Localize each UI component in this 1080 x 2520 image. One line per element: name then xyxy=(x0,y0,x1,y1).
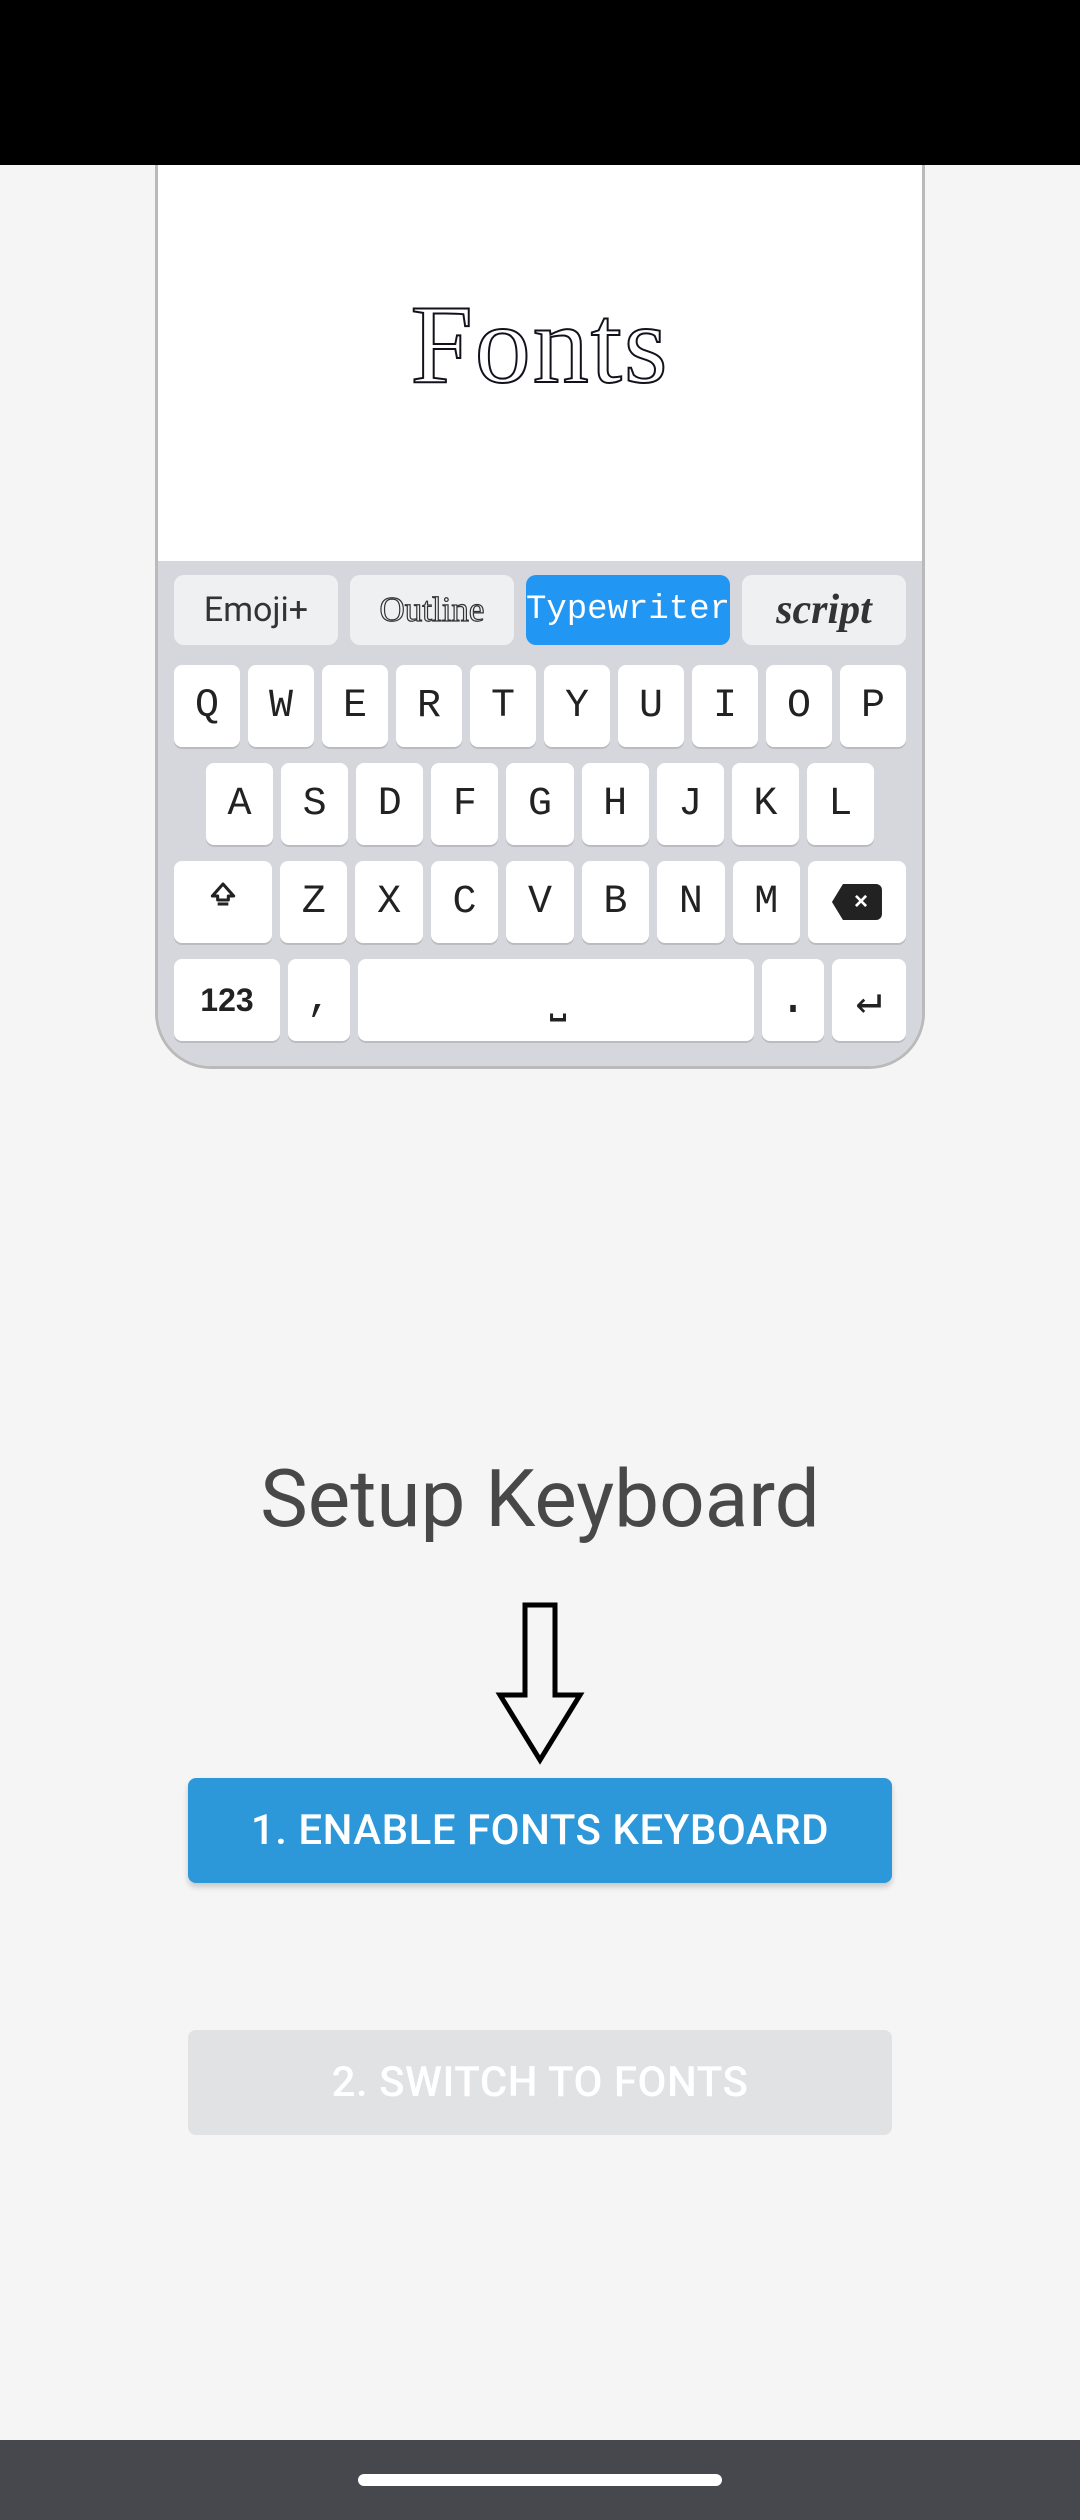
key-row-bottom: 123 , ⎵ . ↵ xyxy=(168,959,912,1041)
key-o[interactable]: O xyxy=(766,665,832,747)
font-style-tabs: Emoji+ Outline Typewriter script xyxy=(168,575,912,645)
shift-icon xyxy=(207,880,239,925)
arrow-down-icon xyxy=(495,1600,585,1774)
font-tab-outline[interactable]: Outline xyxy=(350,575,514,645)
key-r[interactable]: R xyxy=(396,665,462,747)
key-s[interactable]: S xyxy=(281,763,348,845)
key-y[interactable]: Y xyxy=(544,665,610,747)
status-bar xyxy=(0,0,1080,165)
key-d[interactable]: D xyxy=(356,763,423,845)
key-z[interactable]: Z xyxy=(280,861,347,943)
key-p[interactable]: P xyxy=(840,665,906,747)
key-x[interactable]: X xyxy=(355,861,422,943)
key-space[interactable]: ⎵ xyxy=(358,959,754,1041)
font-tab-script[interactable]: script xyxy=(742,575,906,645)
key-row-3: Z X C V B N M × xyxy=(168,861,912,943)
key-v[interactable]: V xyxy=(506,861,573,943)
font-tab-emoji[interactable]: Emoji+ xyxy=(174,575,338,645)
navigation-bar xyxy=(0,2440,1080,2520)
key-row-2: A S D F G H J K L xyxy=(168,763,912,845)
key-numbers[interactable]: 123 xyxy=(174,959,280,1041)
key-period[interactable]: . xyxy=(762,959,824,1041)
key-g[interactable]: G xyxy=(506,763,573,845)
key-w[interactable]: W xyxy=(248,665,314,747)
key-e[interactable]: E xyxy=(322,665,388,747)
backspace-icon: × xyxy=(832,884,882,920)
key-b[interactable]: B xyxy=(582,861,649,943)
preview-header: Fonts xyxy=(158,165,922,561)
key-enter[interactable]: ↵ xyxy=(832,959,906,1041)
key-k[interactable]: K xyxy=(732,763,799,845)
key-j[interactable]: J xyxy=(657,763,724,845)
key-c[interactable]: C xyxy=(431,861,498,943)
home-indicator[interactable] xyxy=(358,2474,722,2486)
key-row-1: Q W E R T Y U I O P xyxy=(168,665,912,747)
key-shift[interactable] xyxy=(174,861,272,943)
key-n[interactable]: N xyxy=(657,861,724,943)
key-l[interactable]: L xyxy=(807,763,874,845)
key-f[interactable]: F xyxy=(431,763,498,845)
keyboard-preview-frame: Fonts Emoji+ Outline Typewriter script Q… xyxy=(155,165,925,1069)
key-t[interactable]: T xyxy=(470,665,536,747)
space-icon: ⎵ xyxy=(550,976,563,1024)
switch-to-fonts-button[interactable]: 2. SWITCH TO FONTS xyxy=(188,2030,892,2135)
key-comma[interactable]: , xyxy=(288,959,350,1041)
fonts-logo: Fonts xyxy=(411,281,670,410)
key-i[interactable]: I xyxy=(692,665,758,747)
keyboard-area: Emoji+ Outline Typewriter script Q W E R… xyxy=(158,561,922,1069)
font-tab-typewriter[interactable]: Typewriter xyxy=(526,575,730,645)
enable-keyboard-button[interactable]: 1. ENABLE FONTS KEYBOARD xyxy=(188,1778,892,1883)
key-a[interactable]: A xyxy=(206,763,273,845)
key-h[interactable]: H xyxy=(582,763,649,845)
key-u[interactable]: U xyxy=(618,665,684,747)
key-backspace[interactable]: × xyxy=(808,861,906,943)
key-q[interactable]: Q xyxy=(174,665,240,747)
key-m[interactable]: M xyxy=(733,861,800,943)
setup-heading: Setup Keyboard xyxy=(0,1452,1080,1546)
